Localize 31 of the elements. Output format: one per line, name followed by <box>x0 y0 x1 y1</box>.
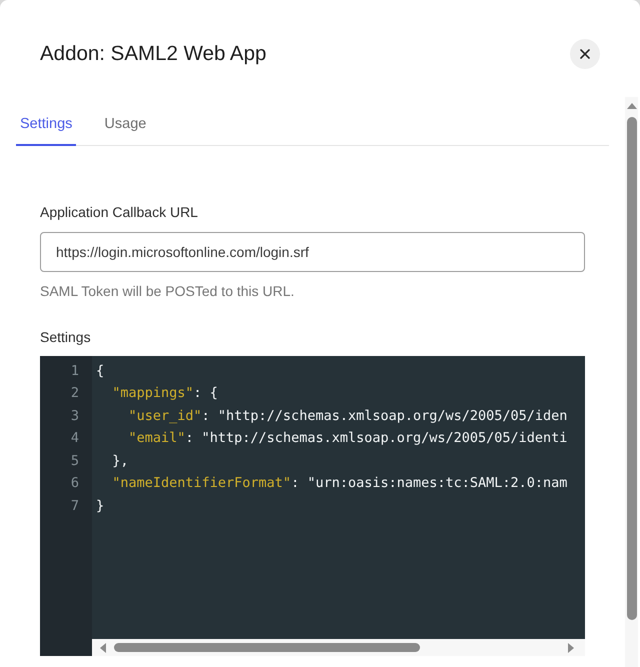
code-editor[interactable] <box>40 356 585 656</box>
code-line: } <box>96 496 104 516</box>
field-label: Application Callback URL <box>40 203 199 222</box>
url-input[interactable]: https://login.microsoftonline.com/login.srf <box>40 232 585 272</box>
scrollbar-thumb[interactable] <box>114 643 420 652</box>
scrollbar-thumb[interactable] <box>626 117 636 620</box>
help-text: SAML Token will be POSTed to this URL. <box>40 282 296 301</box>
code-line: { <box>96 362 104 380</box>
vertical-scrollbar[interactable] <box>625 97 638 667</box>
line-number: 7 <box>70 496 80 516</box>
horizontal-scrollbar[interactable] <box>92 639 585 656</box>
line-number: 5 <box>70 452 80 470</box>
tab[interactable]: Usage <box>100 110 150 146</box>
dialog-title: Addon: SAML2 Web App <box>40 41 266 67</box>
code-line: "mappings": { <box>112 384 218 403</box>
code-line: "user_id": "http://schemas.xmlsoap.org/ws/2005/05/iden <box>128 406 568 426</box>
right-arrow-icon[interactable] <box>568 642 574 652</box>
up-arrow-icon[interactable] <box>626 103 636 109</box>
left-arrow-icon[interactable] <box>100 642 106 652</box>
code-line: "nameIdentifierFormat": "urn:oasis:names:tc:SAML:2.0:nam <box>112 474 568 493</box>
code-line: "email": "http://schemas.xmlsoap.org/ws/2005/05/identi <box>128 429 568 448</box>
close-icon <box>580 49 590 59</box>
line-number: 1 <box>70 362 80 380</box>
line-number: 4 <box>70 429 80 448</box>
close-button[interactable] <box>570 39 600 69</box>
line-number: 2 <box>70 384 80 403</box>
line-number: 3 <box>70 406 80 426</box>
code-line: }, <box>112 452 129 470</box>
line-number: 6 <box>70 474 80 493</box>
field-label: Settings <box>40 328 92 347</box>
tab[interactable]: Settings <box>16 110 76 146</box>
